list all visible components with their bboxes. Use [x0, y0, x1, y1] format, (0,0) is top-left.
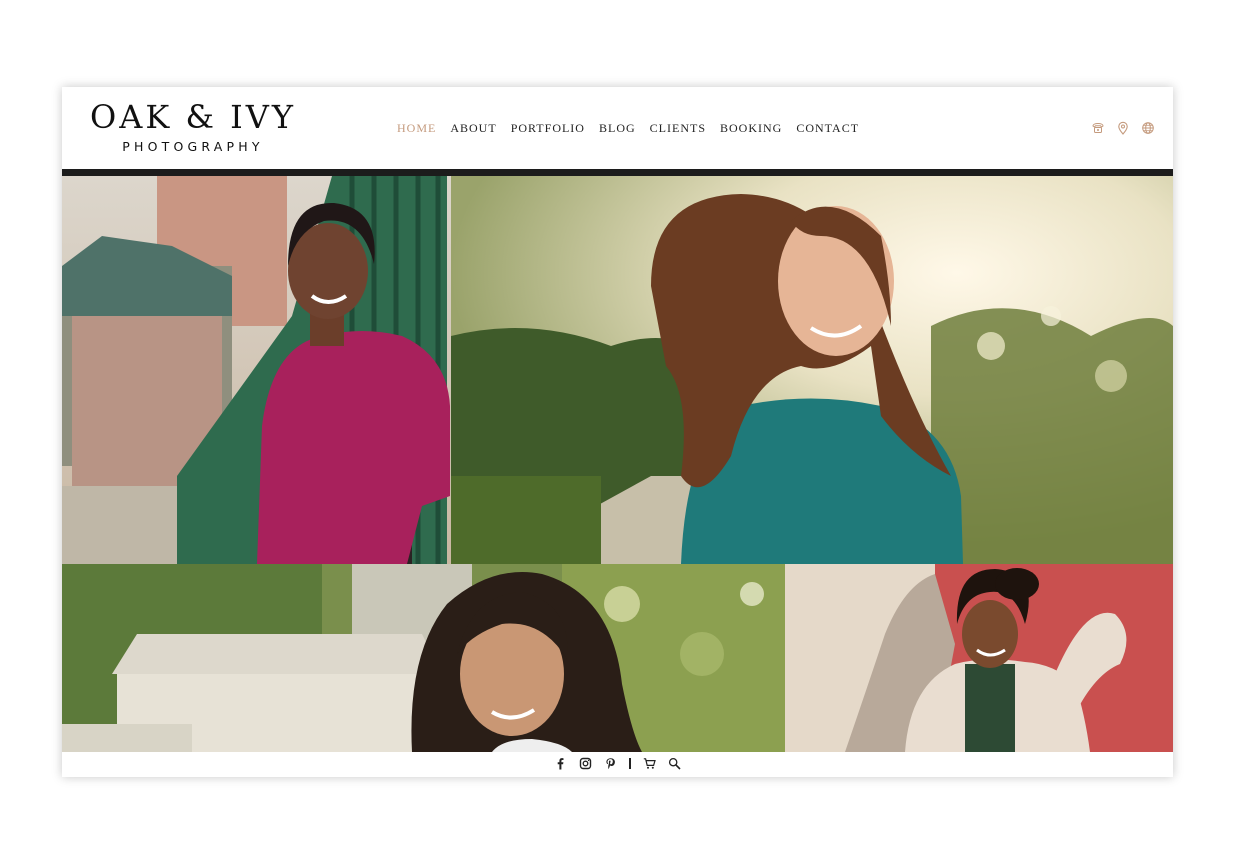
globe-icon[interactable] — [1141, 121, 1155, 135]
instagram-icon[interactable] — [579, 757, 592, 770]
footer-separator — [629, 758, 631, 769]
logo-name: OAK & IVY — [90, 98, 296, 136]
nav-item-contact[interactable]: CONTACT — [796, 121, 859, 135]
main-nav: HOME ABOUT PORTFOLIO BLOG CLIENTS BOOKIN… — [397, 121, 859, 135]
facebook-icon[interactable] — [554, 757, 567, 770]
nav-item-home[interactable]: HOME — [397, 121, 436, 135]
search-icon[interactable] — [668, 757, 681, 770]
logo[interactable]: OAK & IVY PHOTOGRAPHY — [84, 97, 302, 155]
footer-icons — [62, 757, 1173, 770]
site-header: OAK & IVY PHOTOGRAPHY HOME ABOUT PORTFOL… — [62, 87, 1173, 169]
map-pin-icon[interactable] — [1116, 121, 1130, 135]
website-frame: OAK & IVY PHOTOGRAPHY HOME ABOUT PORTFOL… — [62, 87, 1173, 777]
gallery-photo-pink-shirt[interactable] — [62, 176, 451, 564]
gallery-photo-garden[interactable] — [62, 564, 785, 752]
cart-icon[interactable] — [643, 757, 656, 770]
nav-item-booking[interactable]: BOOKING — [720, 121, 782, 135]
nav-item-blog[interactable]: BLOG — [599, 121, 636, 135]
nav-item-portfolio[interactable]: PORTFOLIO — [511, 121, 585, 135]
logo-tagline: PHOTOGRAPHY — [122, 139, 264, 154]
nav-item-clients[interactable]: CLIENTS — [650, 121, 706, 135]
nav-item-about[interactable]: ABOUT — [450, 121, 496, 135]
pinterest-icon[interactable] — [604, 757, 617, 770]
gallery-photo-denim-jacket[interactable] — [785, 564, 1173, 752]
header-divider — [62, 169, 1173, 176]
header-icons — [1091, 121, 1155, 135]
photo-gallery — [62, 176, 1173, 752]
site-footer — [62, 752, 1173, 777]
phone-icon[interactable] — [1091, 121, 1105, 135]
gallery-photo-teal-shirt[interactable] — [451, 176, 1173, 564]
